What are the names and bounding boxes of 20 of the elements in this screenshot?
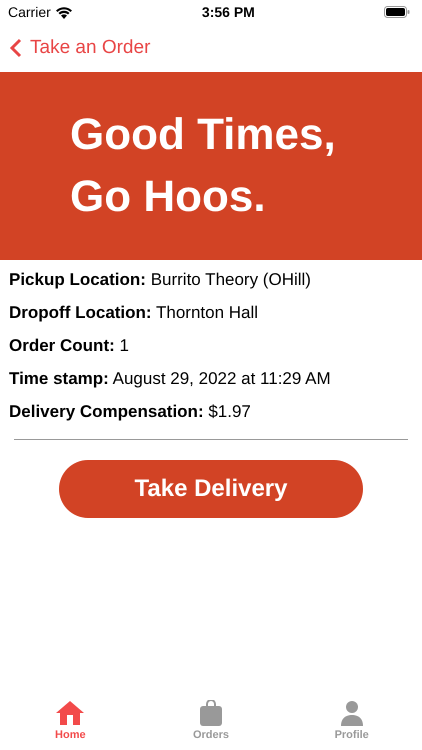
person-icon xyxy=(340,700,364,726)
order-detail: Pickup Location: Burrito Theory (OHill) xyxy=(9,269,312,291)
order-detail: Order Count: 1 xyxy=(9,335,130,357)
home-icon xyxy=(55,700,86,726)
take-delivery-button[interactable]: Take Delivery xyxy=(59,460,363,518)
bag-icon xyxy=(199,700,223,726)
order-detail: Delivery Compensation: $1.97 xyxy=(9,401,252,423)
order-detail: Dropoff Location: Thornton Hall xyxy=(9,302,260,324)
banner-slogan: Go Hoos. xyxy=(70,171,267,223)
tab-bar-item[interactable]: Profile xyxy=(281,690,422,750)
chevron-icon xyxy=(10,38,22,58)
carrier-label: Carrier xyxy=(8,4,51,20)
clock-time: 3:56 PM xyxy=(202,4,255,20)
banner-slogan: Good Times, xyxy=(70,109,337,161)
tab-bar-item[interactable]: Orders xyxy=(140,690,282,750)
tab-bar-item[interactable]: Home xyxy=(0,690,141,750)
order-detail: Time stamp: August 29, 2022 at 11:29 AM xyxy=(9,368,332,390)
back-link[interactable]: Take an Order xyxy=(10,37,150,59)
battery-icon xyxy=(384,6,410,18)
wifi-icon xyxy=(54,6,73,18)
